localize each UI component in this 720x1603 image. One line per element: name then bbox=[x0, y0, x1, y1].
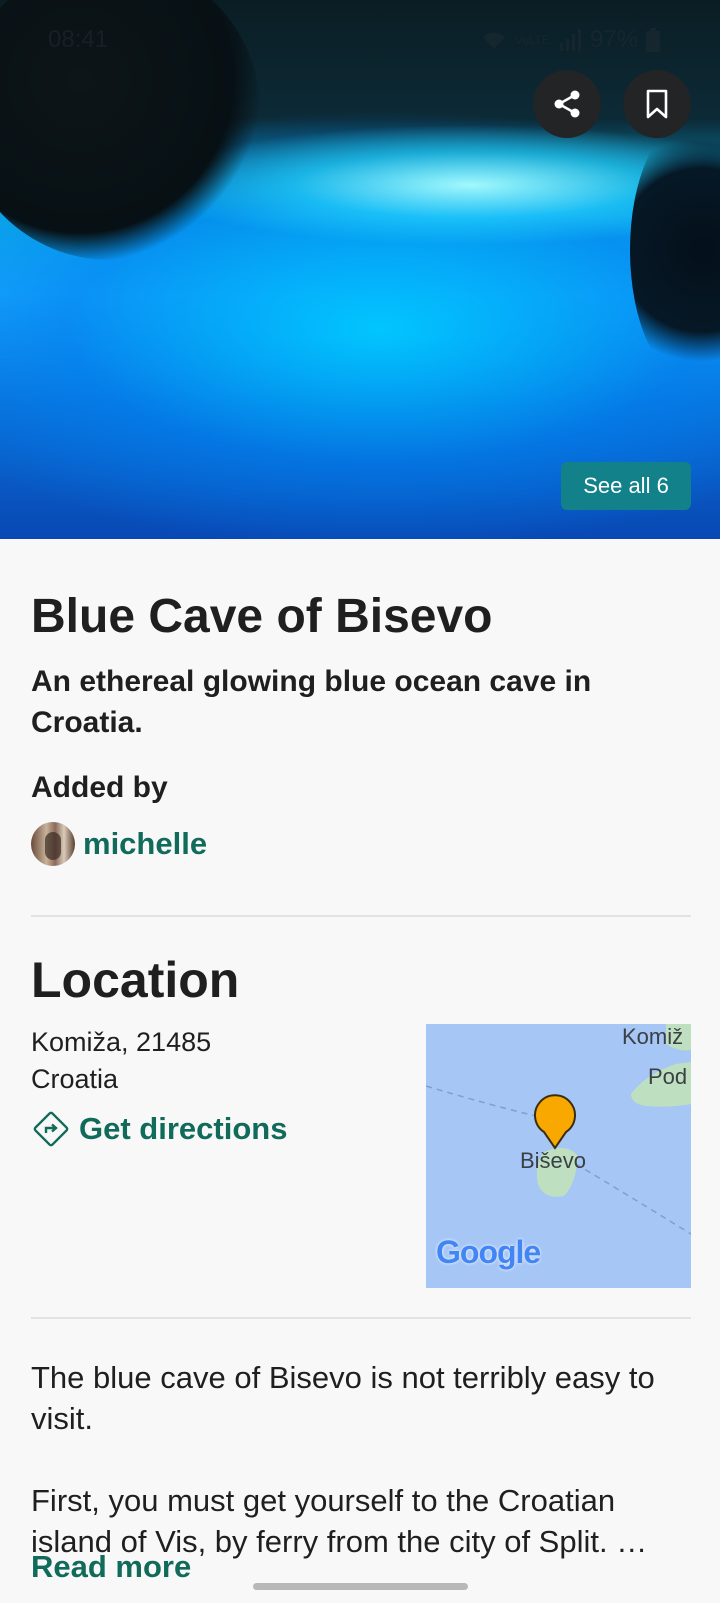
page-title: Blue Cave of Bisevo bbox=[31, 590, 493, 643]
avatar[interactable] bbox=[31, 822, 75, 866]
wifi-icon bbox=[482, 32, 505, 49]
battery-percent: 97% bbox=[589, 26, 638, 53]
map-pin-label: Biševo bbox=[520, 1148, 587, 1173]
address-line-2: Croatia bbox=[31, 1064, 119, 1094]
place-subtitle: An ethereal glowing blue ocean cave in C… bbox=[31, 665, 592, 739]
address-line-1: Komiža, 21485 bbox=[31, 1027, 212, 1057]
author-link[interactable]: michelle bbox=[31, 822, 207, 866]
status-bar: 08:41 VoLTE 97% bbox=[0, 22, 720, 58]
read-more-link[interactable]: Read more bbox=[31, 1549, 191, 1585]
bookmark-button[interactable] bbox=[623, 70, 691, 138]
get-directions-label[interactable]: Get directions bbox=[79, 1111, 287, 1147]
get-directions-link[interactable]: Get directions bbox=[31, 1109, 287, 1149]
map-provider-text: Google bbox=[436, 1234, 541, 1270]
directions-icon bbox=[33, 1111, 69, 1147]
status-time: 08:41 bbox=[48, 26, 109, 53]
status-icons: VoLTE 97% bbox=[481, 26, 660, 54]
map-pin-icon bbox=[534, 1094, 576, 1150]
cave-rock-shadow-right bbox=[630, 120, 720, 380]
location-heading: Location bbox=[31, 952, 240, 1008]
home-indicator[interactable] bbox=[253, 1583, 468, 1590]
hero-photo[interactable]: 08:41 VoLTE 97% See all 6 bbox=[0, 0, 720, 539]
author-name[interactable]: michelle bbox=[83, 826, 207, 862]
map-provider-logo: Google bbox=[436, 1234, 541, 1271]
signal-icon bbox=[559, 29, 581, 51]
divider bbox=[31, 1317, 691, 1319]
location-map[interactable]: Komiž Pod Biševo Google bbox=[426, 1024, 691, 1288]
share-button[interactable] bbox=[533, 70, 601, 138]
network-label: VoLTE bbox=[514, 33, 550, 47]
battery-icon bbox=[646, 28, 660, 52]
description-paragraph: The blue cave of Bisevo is not terribly … bbox=[31, 1360, 655, 1436]
see-all-photos-button[interactable]: See all 6 bbox=[561, 462, 691, 510]
bookmark-icon bbox=[646, 89, 668, 119]
share-icon bbox=[554, 90, 580, 118]
map-label-komiza: Komiž bbox=[622, 1024, 684, 1049]
added-by-label: Added by bbox=[31, 771, 168, 804]
map-label-pod: Pod bbox=[648, 1064, 688, 1089]
divider bbox=[31, 915, 691, 917]
